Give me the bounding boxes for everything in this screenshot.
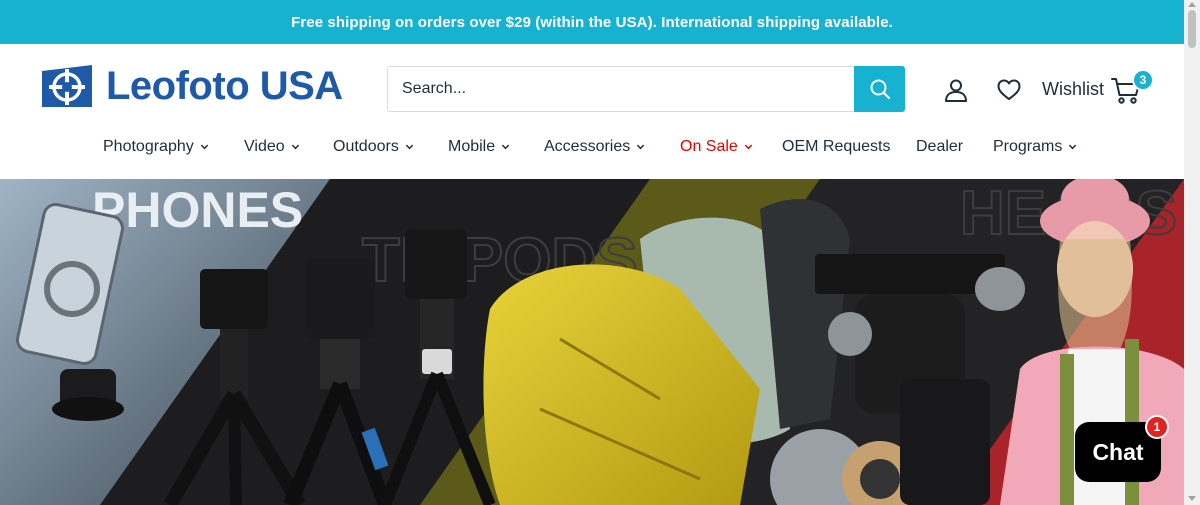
chevron-down-icon (744, 144, 752, 150)
hero-banner-image: PHONES TRIPODS HEADS (0, 179, 1184, 505)
site-header: Leofoto USA Wishlist 3 (0, 44, 1184, 134)
page-scrollbar[interactable] (1184, 0, 1200, 505)
chat-notification-badge: 1 (1145, 415, 1169, 439)
wishlist-heart-button[interactable] (995, 76, 1023, 104)
scrollbar-thumb[interactable] (1188, 10, 1196, 48)
nav-label: Programs (993, 137, 1063, 155)
main-nav: Photography Video Outdoors Mobile Access… (0, 134, 1184, 179)
nav-oem-requests[interactable]: OEM Requests (782, 134, 890, 159)
hero-banner[interactable]: PHONES TRIPODS HEADS (0, 179, 1184, 505)
cart-count-badge: 3 (1132, 69, 1154, 91)
announcement-text: Free shipping on orders over $29 (within… (291, 13, 893, 31)
chevron-down-icon (501, 144, 510, 150)
nav-video[interactable]: Video (244, 134, 300, 159)
nav-label: OEM Requests (782, 137, 891, 155)
nav-outdoors[interactable]: Outdoors (333, 134, 414, 159)
scroll-down-arrow-icon[interactable] (1188, 496, 1196, 501)
logo[interactable]: Leofoto USA (40, 63, 343, 109)
nav-on-sale[interactable]: On Sale (680, 134, 753, 159)
search-button[interactable] (854, 66, 905, 112)
nav-label: Outdoors (333, 137, 399, 155)
nav-dealer[interactable]: Dealer (916, 134, 963, 159)
chat-label: Chat (1092, 438, 1144, 465)
nav-label: Dealer (916, 137, 964, 155)
nav-label: Accessories (544, 137, 631, 155)
nav-label: Photography (103, 137, 194, 155)
leofoto-logo-icon (42, 65, 92, 107)
chevron-down-icon (405, 144, 413, 150)
nav-label: Video (244, 137, 285, 155)
nav-label: Mobile (448, 137, 496, 155)
wishlist-link[interactable]: Wishlist (1042, 79, 1104, 100)
nav-accessories[interactable]: Accessories (544, 134, 645, 159)
chevron-down-icon (637, 144, 645, 150)
announcement-bar: Free shipping on orders over $29 (within… (0, 0, 1184, 44)
chevron-down-icon (1069, 144, 1077, 150)
scroll-up-arrow-icon[interactable] (1188, 2, 1196, 7)
account-button[interactable] (942, 76, 970, 104)
chevron-down-icon (291, 144, 299, 150)
nav-programs[interactable]: Programs (993, 134, 1077, 159)
nav-label: On Sale (680, 137, 738, 155)
logo-text: Leofoto USA (106, 63, 343, 108)
user-icon (945, 79, 967, 102)
nav-photography[interactable]: Photography (103, 134, 209, 159)
search-icon (870, 79, 890, 99)
search-input[interactable] (387, 66, 855, 112)
nav-mobile[interactable]: Mobile (448, 134, 510, 159)
heart-icon (997, 79, 1021, 100)
search-bar (387, 66, 905, 112)
chevron-down-icon (200, 144, 208, 150)
